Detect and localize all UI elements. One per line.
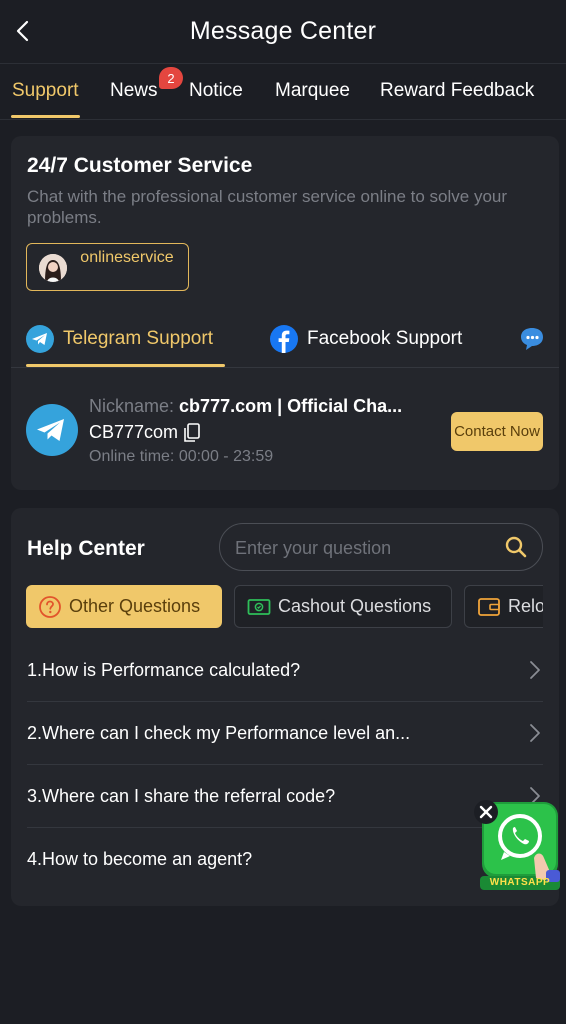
account-id: CB777com [89,422,179,442]
telegram-avatar-icon [26,404,78,456]
chat-icon [521,328,543,350]
question-icon [39,595,61,618]
active-tab-indicator [11,115,80,118]
question-search-input[interactable]: Enter your question [219,523,543,571]
news-badge: 2 [159,67,183,89]
chevron-right-icon [530,661,540,679]
nickname-row: Nickname: cb777.com | Official Cha... [89,396,445,417]
online-service-button[interactable]: onlineservice [26,243,189,291]
chip-reload[interactable]: Relo [464,585,543,628]
chip-other-questions[interactable]: Other Questions [26,585,222,628]
search-icon[interactable] [504,535,528,559]
telegram-support-label: Telegram Support [63,328,213,349]
telegram-support-tab[interactable]: Telegram Support [26,325,213,353]
online-service-label: onlineservice [80,249,174,266]
facebook-support-tab[interactable]: Facebook Support [270,325,462,353]
wallet-icon [478,597,500,616]
customer-service-description: Chat with the professional customer serv… [27,187,508,227]
chip-cashout-questions[interactable]: Cashout Questions [234,585,452,628]
agent-avatar [39,254,67,282]
customer-service-title: 24/7 Customer Service [27,154,253,177]
chevron-right-icon [530,724,540,742]
close-icon [479,805,493,819]
tab-notice[interactable]: Notice [189,80,243,102]
category-chips: Other Questions Cashout Questions Relo [26,585,543,629]
chevron-left-icon [16,20,29,42]
faq-question: 4.How to become an agent? [27,849,253,869]
tab-marquee[interactable]: Marquee [275,80,350,102]
telegram-icon [26,325,54,353]
chat-support-tab[interactable] [518,325,555,353]
tab-reward-feedback[interactable]: Reward Feedback [380,80,534,102]
nickname-value: cb777.com | Official Cha... [179,396,403,416]
faq-question: 1.How is Performance calculated? [27,659,301,680]
account-row: CB777com [89,422,201,443]
customer-service-card: 24/7 Customer Service Chat with the prof… [11,136,559,490]
facebook-icon [270,325,298,353]
cashout-icon [247,598,271,615]
faq-item[interactable]: 4.How to become an agent? [27,828,543,891]
copy-icon[interactable] [183,422,201,443]
page-title: Message Center [189,17,377,45]
help-center-title: Help Center [27,537,145,560]
faq-item[interactable]: 1.How is Performance calculated? [27,639,543,702]
divider [11,367,559,368]
search-placeholder: Enter your question [235,538,392,558]
faq-item[interactable]: 3.Where can I share the referral code? [27,765,543,828]
close-whatsapp-button[interactable] [474,800,498,824]
chip-label: Other Questions [69,596,201,616]
back-button[interactable] [10,16,34,46]
online-time: Online time: 00:00 - 23:59 [89,448,274,465]
chip-label: Cashout Questions [278,596,432,616]
nickname-label: Nickname: [89,396,175,416]
tab-news[interactable]: News [110,80,158,102]
top-bar: Message Center [0,0,566,64]
faq-question: 3.Where can I share the referral code? [27,785,336,806]
whatsapp-label: WHATSAPP [489,877,551,888]
tab-bar: Support News Notice Marquee Reward Feedb… [0,66,566,120]
faq-question: 2.Where can I check my Performance level… [27,722,411,743]
tab-support[interactable]: Support [12,80,79,102]
chip-label: Relo [508,596,543,616]
facebook-support-label: Facebook Support [307,328,463,349]
whatsapp-float-button[interactable]: WHATSAPP [474,800,566,892]
faq-item[interactable]: 2.Where can I check my Performance level… [27,702,543,765]
contact-now-button[interactable]: Contact Now [451,412,543,451]
